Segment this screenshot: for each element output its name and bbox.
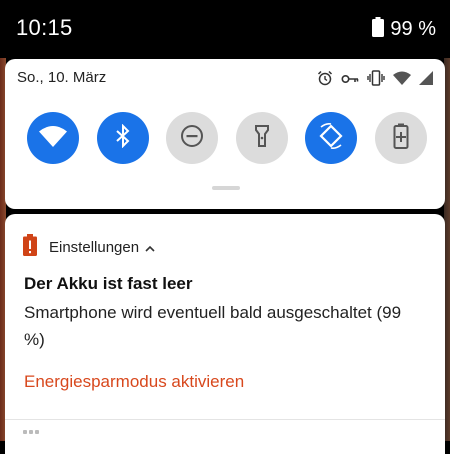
- chevron-up-icon[interactable]: [145, 239, 155, 257]
- tile-battery-saver[interactable]: [374, 112, 427, 164]
- quick-settings-tiles: [27, 112, 427, 164]
- wifi-icon: [39, 125, 67, 152]
- wifi-signal-icon: [393, 71, 411, 90]
- divider: [5, 419, 445, 420]
- tile-wifi[interactable]: [27, 112, 79, 164]
- quick-settings-panel: So., 10. März: [5, 59, 445, 209]
- bluetooth-icon: [115, 123, 131, 153]
- notification-title: Der Akku ist fast leer: [24, 274, 193, 293]
- notification-header[interactable]: Einstellungen: [23, 234, 155, 261]
- battery-saver-icon: [393, 123, 409, 154]
- flashlight-icon: [254, 124, 270, 153]
- vpn-key-icon: [341, 72, 359, 90]
- do-not-disturb-icon: [180, 124, 204, 153]
- auto-rotate-icon: [318, 122, 344, 154]
- tile-do-not-disturb[interactable]: [166, 112, 219, 164]
- battery-alert-icon: [23, 234, 37, 261]
- notification-text: Smartphone wird eventuell bald ausgescha…: [24, 303, 402, 349]
- battery-notification[interactable]: Einstellungen Der Akku ist fast leer Sma…: [5, 214, 445, 454]
- battery-indicator: 99 %: [372, 17, 436, 42]
- status-icons: [317, 70, 433, 91]
- cell-signal-icon: [419, 71, 433, 90]
- status-bar: 10:15 99 %: [0, 0, 450, 58]
- panel-drag-handle[interactable]: [212, 186, 240, 190]
- tile-flashlight[interactable]: [235, 112, 288, 164]
- battery-icon: [372, 17, 385, 42]
- tile-bluetooth[interactable]: [96, 112, 149, 164]
- notification-app-name: Einstellungen: [49, 239, 140, 256]
- date-label: So., 10. März: [17, 69, 107, 86]
- vibrate-icon: [367, 70, 385, 91]
- battery-percent: 99 %: [390, 18, 436, 40]
- next-notification-peek: [23, 430, 39, 434]
- tile-auto-rotate[interactable]: [305, 112, 358, 164]
- alarm-icon: [317, 70, 333, 91]
- clock: 10:15: [16, 15, 73, 40]
- battery-saver-action-button[interactable]: Energiesparmodus aktivieren: [24, 372, 244, 392]
